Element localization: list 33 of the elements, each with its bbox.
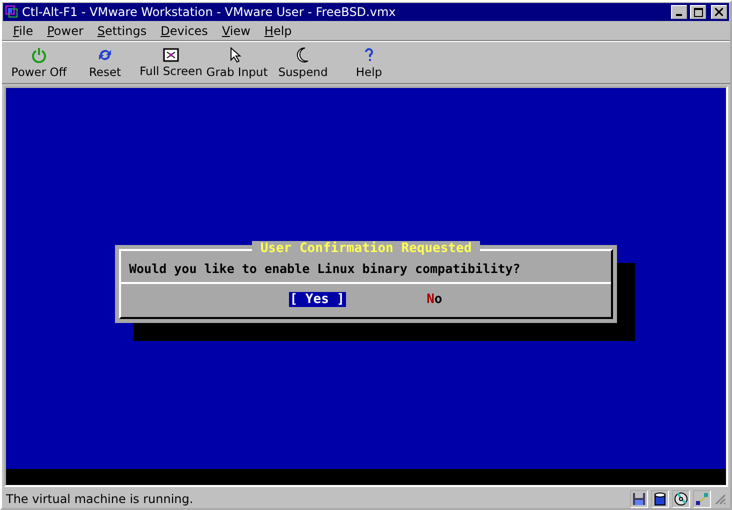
toolbar-button[interactable]: Power Off xyxy=(6,47,72,79)
fullscreen-icon xyxy=(163,48,179,62)
toolbar-button[interactable]: Full Screen xyxy=(138,48,204,78)
dialog-message: Would you like to enable Linux binary compatibility? xyxy=(128,260,522,278)
power-icon xyxy=(31,47,47,63)
toolbar-button[interactable]: Reset xyxy=(72,47,138,79)
cd-icon[interactable] xyxy=(672,490,690,508)
toolbar-button[interactable]: Grab Input xyxy=(204,47,270,79)
toolbar-button[interactable]: Help xyxy=(336,47,402,79)
menu-item[interactable]: Settings xyxy=(90,24,154,38)
menu-item[interactable]: Devices xyxy=(154,24,215,38)
minimize-button[interactable] xyxy=(671,5,687,19)
dialog-button[interactable]: [ Yes ] xyxy=(288,292,346,306)
network-icon[interactable] xyxy=(693,490,711,508)
moon-icon xyxy=(296,47,310,63)
menu-item[interactable]: Power xyxy=(40,24,90,38)
menu-item[interactable]: File xyxy=(6,24,40,38)
close-icon xyxy=(715,8,723,16)
close-button[interactable] xyxy=(711,5,727,19)
help-icon xyxy=(363,47,375,63)
floppy-icon[interactable] xyxy=(630,490,648,508)
maximize-button[interactable] xyxy=(690,5,706,19)
vm-screen[interactable]: User Confirmation Requested Would you like to enable Linux binary compatibility? [ Yes ] No xyxy=(4,86,728,487)
toolbar-button[interactable]: Suspend xyxy=(270,47,336,79)
status-text: The virtual machine is running. xyxy=(6,492,194,506)
maximize-icon xyxy=(694,8,702,16)
resize-grip-icon[interactable] xyxy=(714,492,726,504)
menu-item[interactable]: Help xyxy=(257,24,299,38)
refresh-icon xyxy=(97,47,113,63)
window-title: Ctl-Alt-F1 - VMware Workstation - VMware User - FreeBSD.vmx xyxy=(22,5,397,19)
menu-item[interactable]: View xyxy=(214,24,258,38)
dialog-title: User Confirmation Requested xyxy=(252,240,480,256)
app-icon xyxy=(5,5,19,19)
